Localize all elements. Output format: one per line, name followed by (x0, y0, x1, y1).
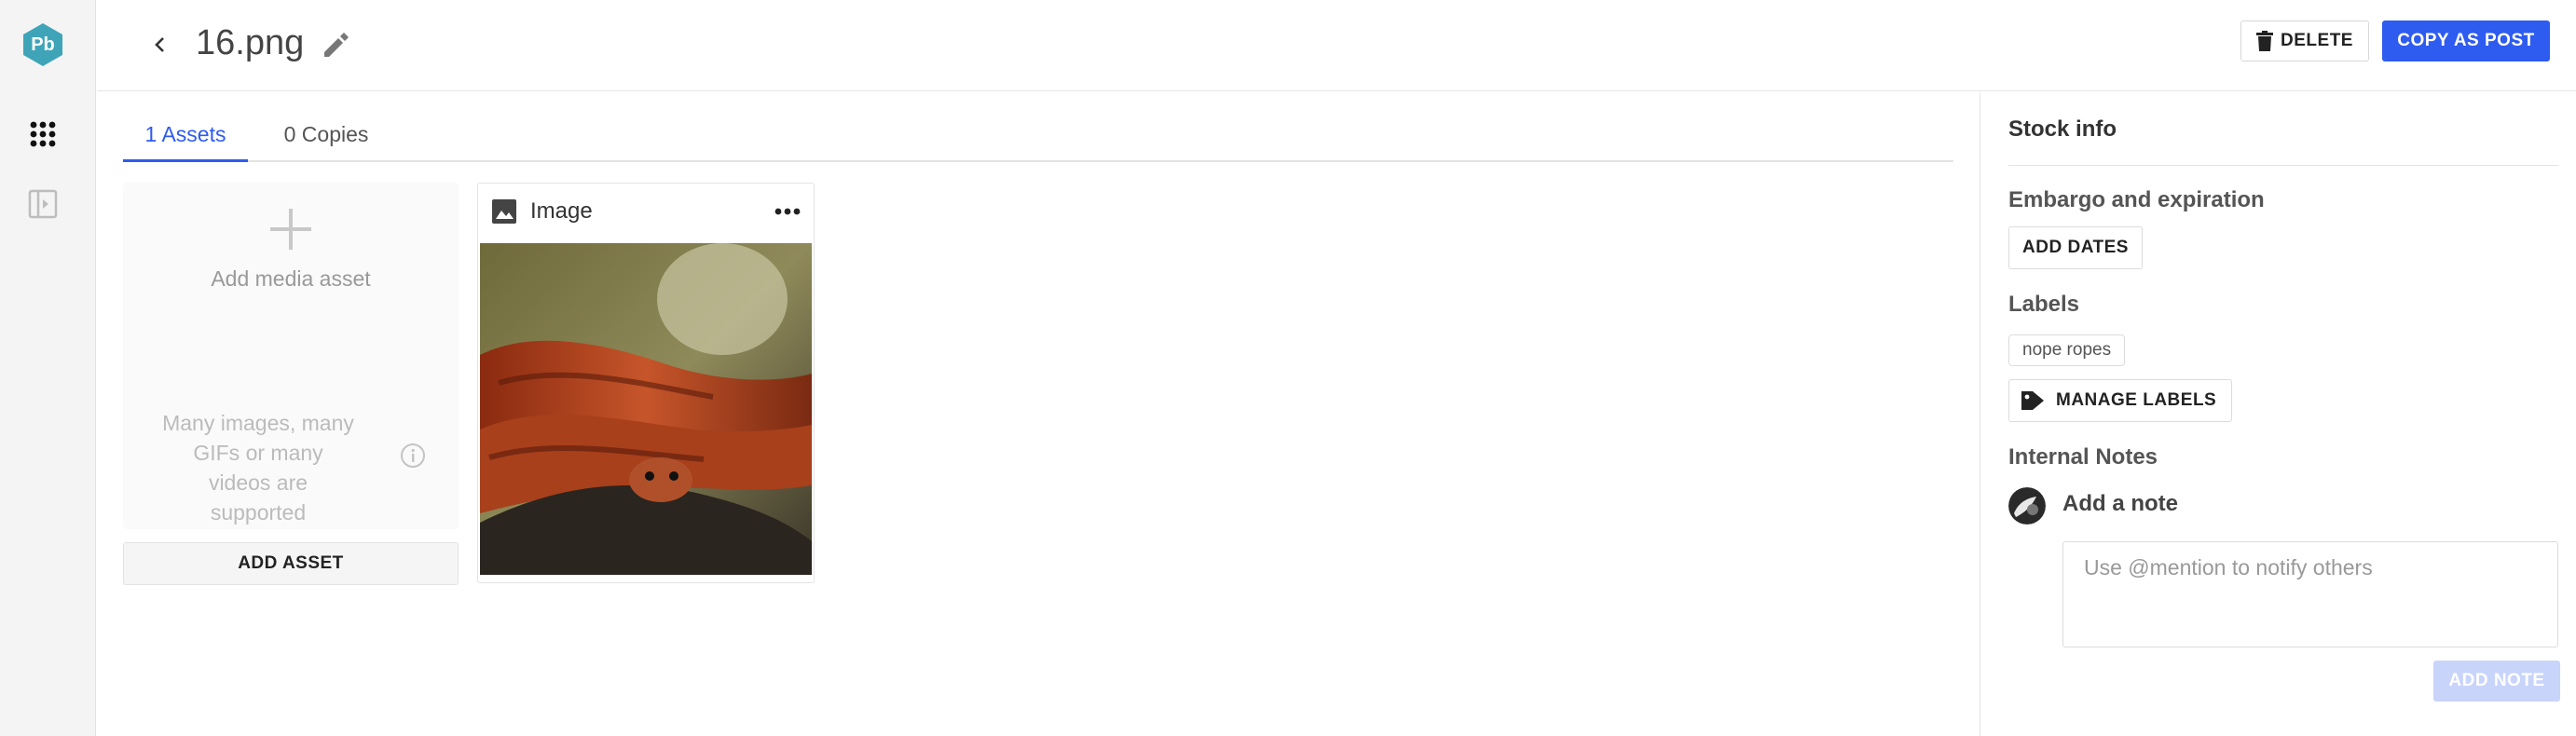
asset-card: Image (477, 183, 815, 583)
pencil-icon[interactable] (317, 26, 354, 63)
label-chip[interactable]: nope ropes (2008, 334, 2126, 366)
tab-bar: 1 Assets 0 Copies (123, 108, 1953, 162)
avatar (2008, 487, 2046, 525)
back-button[interactable] (142, 26, 179, 63)
trash-icon (2256, 31, 2274, 51)
apps-grid-icon[interactable] (30, 121, 56, 147)
add-media-label: Add media asset (211, 266, 371, 291)
image-icon (492, 199, 516, 224)
tab-assets[interactable]: 1 Assets (123, 117, 248, 162)
plus-icon (270, 209, 311, 250)
note-input[interactable] (2062, 541, 2558, 647)
left-rail: Pb (0, 0, 96, 736)
sidebar-toggle-icon[interactable] (28, 189, 58, 219)
stock-info-panel: Stock info Embargo and expiration ADD DA… (1980, 92, 2576, 736)
page-header: 16.png DELETE COPY AS POST (97, 0, 2576, 91)
add-note-heading: Add a note (2062, 491, 2178, 516)
tab-copies[interactable]: 0 Copies (263, 117, 390, 162)
asset-type-label: Image (530, 198, 593, 224)
add-asset-button[interactable]: ADD ASSET (123, 542, 459, 585)
add-dates-button[interactable]: ADD DATES (2008, 226, 2143, 269)
manage-labels-label: MANAGE LABELS (2056, 390, 2217, 410)
labels-heading: Labels (2008, 292, 2080, 317)
tag-icon (2021, 391, 2044, 410)
supported-media-text: Many images, many GIFs or many videos ar… (162, 411, 354, 525)
delete-label: DELETE (2281, 31, 2353, 50)
asset-thumbnail[interactable] (480, 243, 812, 575)
panel-title: Stock info (2008, 116, 2117, 142)
info-icon[interactable] (399, 442, 427, 470)
copy-as-post-button[interactable]: COPY AS POST (2382, 20, 2550, 61)
page-title: 16.png (196, 23, 305, 62)
pb-logo-icon[interactable]: Pb (22, 22, 63, 67)
manage-labels-button[interactable]: MANAGE LABELS (2008, 379, 2232, 422)
delete-button[interactable]: DELETE (2240, 20, 2369, 61)
divider (2008, 165, 2558, 166)
chevron-left-icon (155, 37, 164, 52)
add-media-dropzone[interactable]: Add media asset Many images, many GIFs o… (123, 183, 459, 529)
internal-notes-heading: Internal Notes (2008, 444, 2158, 470)
add-note-button[interactable]: ADD NOTE (2433, 661, 2560, 702)
more-horizontal-icon[interactable] (773, 200, 802, 223)
embargo-heading: Embargo and expiration (2008, 187, 2265, 212)
logo-text: Pb (31, 34, 55, 55)
